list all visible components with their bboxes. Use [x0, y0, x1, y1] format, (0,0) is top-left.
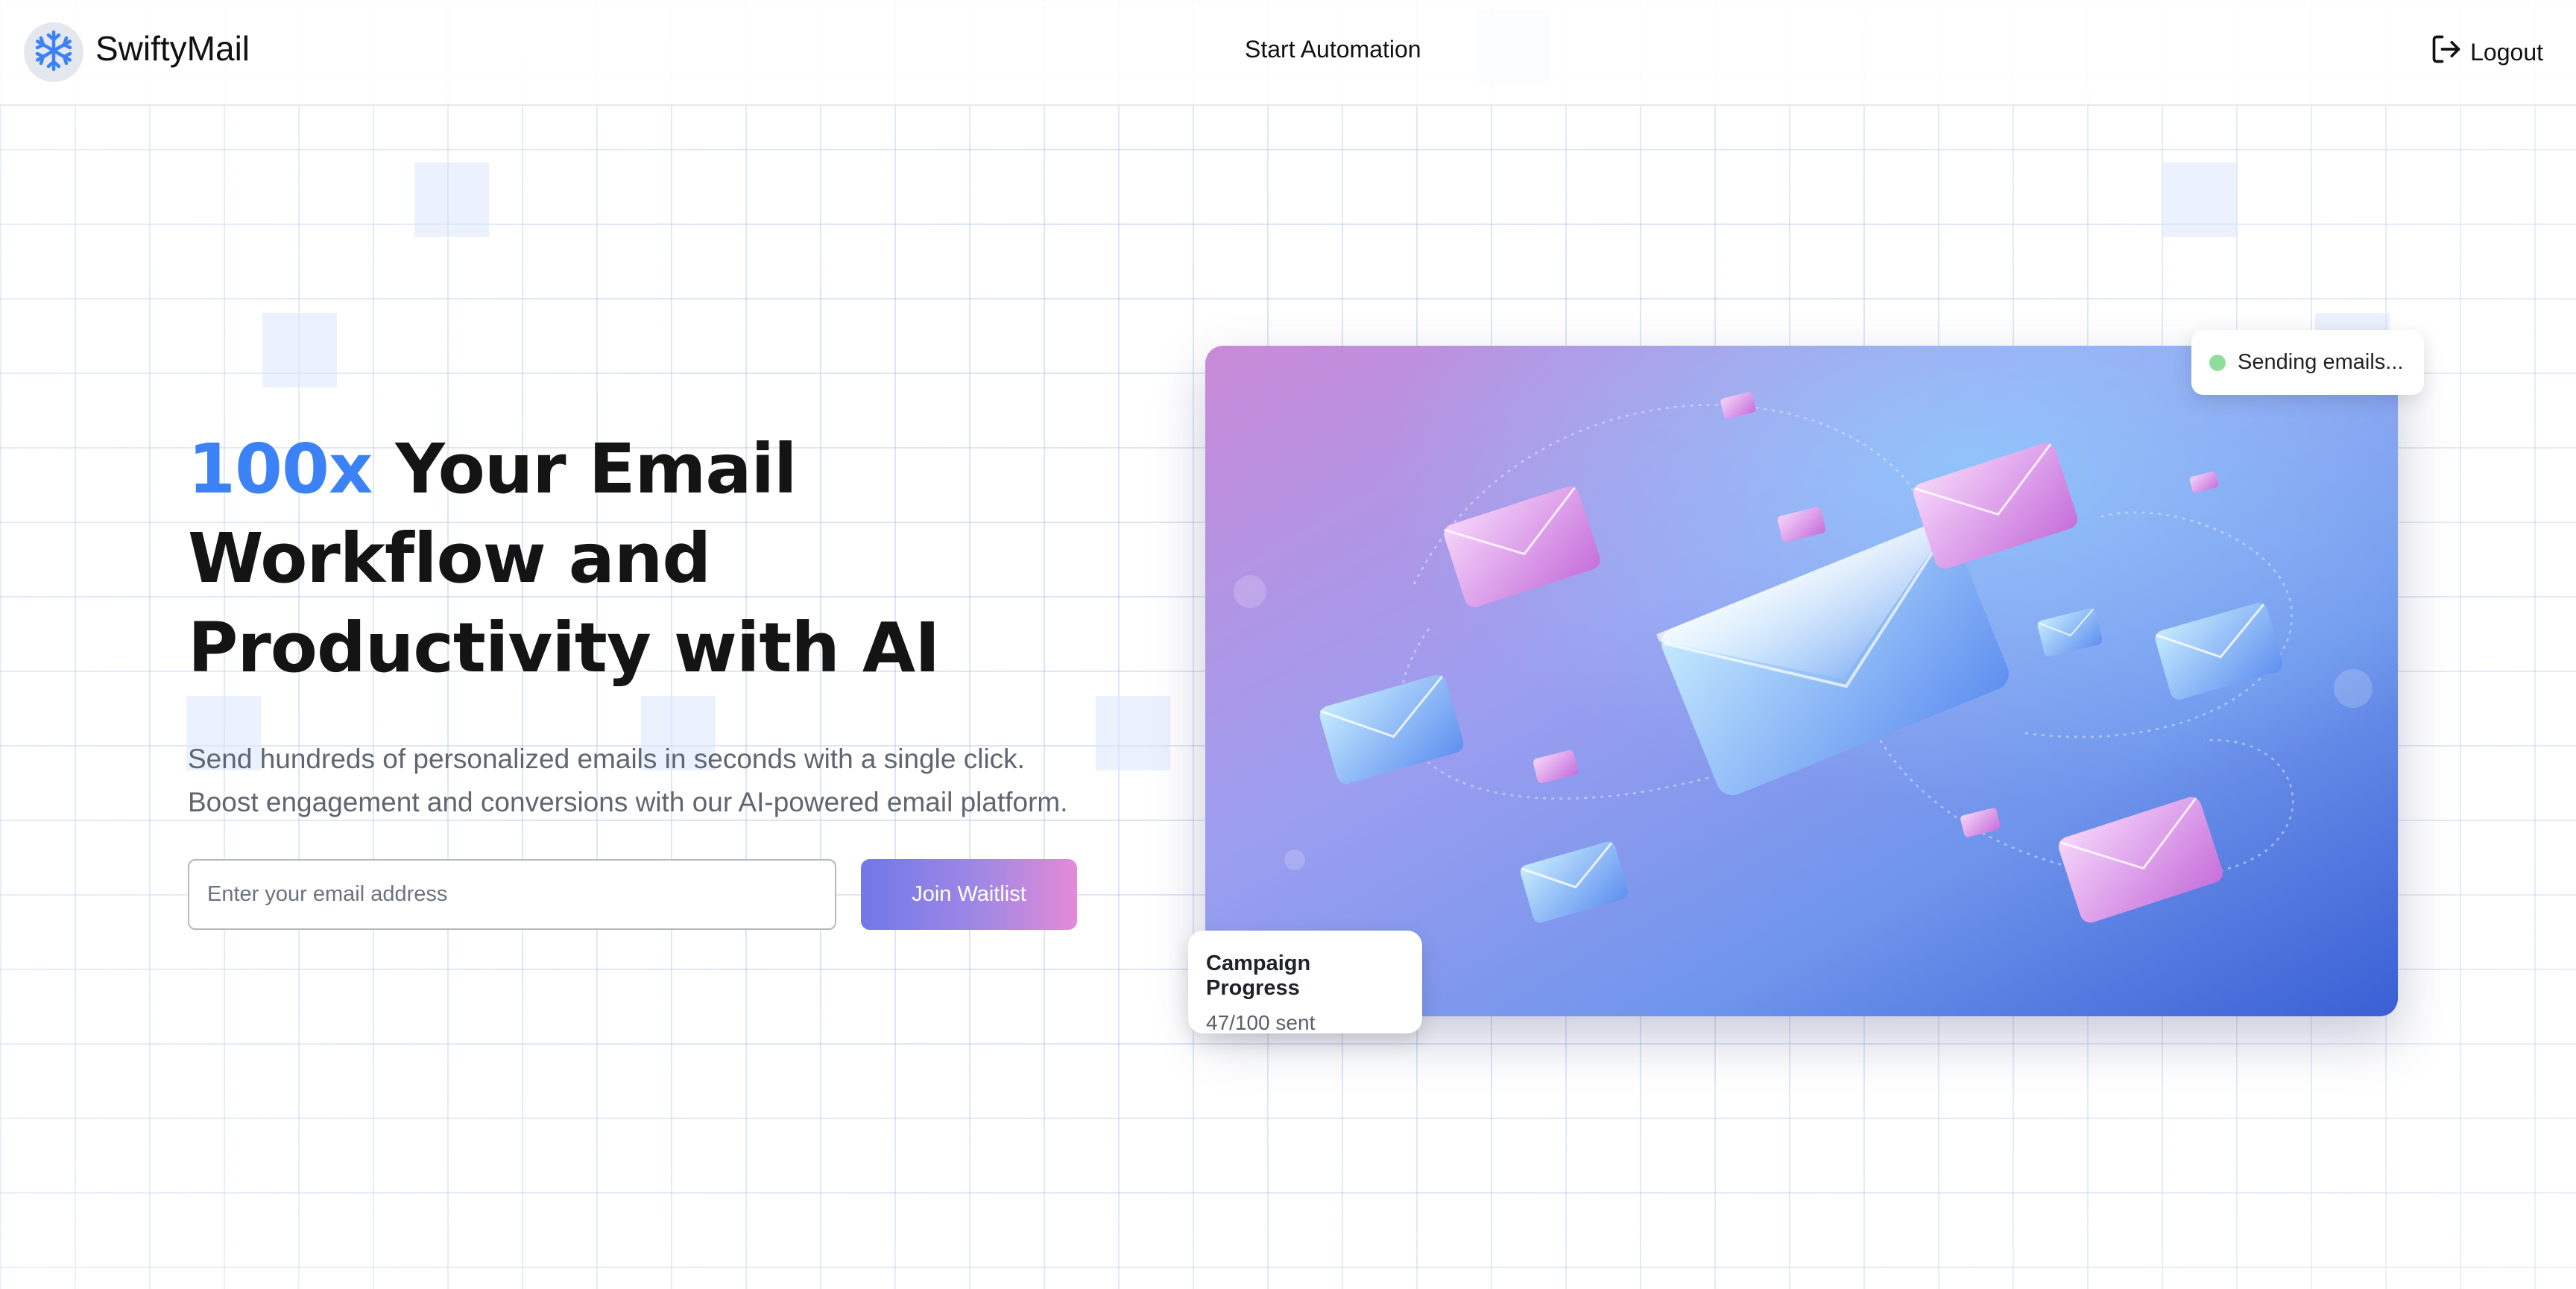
sending-status-badge: Sending emails... [2191, 330, 2424, 395]
campaign-progress-card: Campaign Progress 47/100 sent [1188, 931, 1422, 1034]
subtext-line-1: Send hundreds of personalized emails in … [188, 744, 1025, 774]
email-input[interactable] [188, 859, 836, 930]
floating-envelopes-illustration [1205, 346, 2398, 1016]
hero-subtext: Send hundreds of personalized emails in … [188, 738, 1157, 824]
brand-name[interactable]: SwiftyMail [95, 28, 250, 69]
join-waitlist-button[interactable]: Join Waitlist [861, 859, 1077, 930]
top-nav-bar: SwiftyMail Start Automation Logout [0, 0, 2576, 106]
start-automation-link[interactable]: Start Automation [1245, 36, 1421, 63]
subtext-line-2: Boost engagement and conversions with ou… [188, 787, 1068, 817]
progress-title: Campaign Progress [1206, 951, 1311, 1000]
progress-count: 47/100 sent [1206, 1011, 1316, 1034]
logout-button[interactable]: Logout [2430, 33, 2543, 72]
status-text: Sending emails... [2238, 350, 2404, 374]
snowflake-icon [31, 28, 76, 77]
logout-label: Logout [2470, 38, 2543, 66]
logo-badge[interactable] [24, 22, 83, 82]
hero-image [1205, 346, 2398, 1016]
logout-icon [2430, 33, 2463, 72]
status-dot [2209, 354, 2226, 371]
headline-accent: 100x [188, 429, 373, 509]
hero-headline: 100x Your Email Workflow and Productivit… [188, 425, 1127, 693]
